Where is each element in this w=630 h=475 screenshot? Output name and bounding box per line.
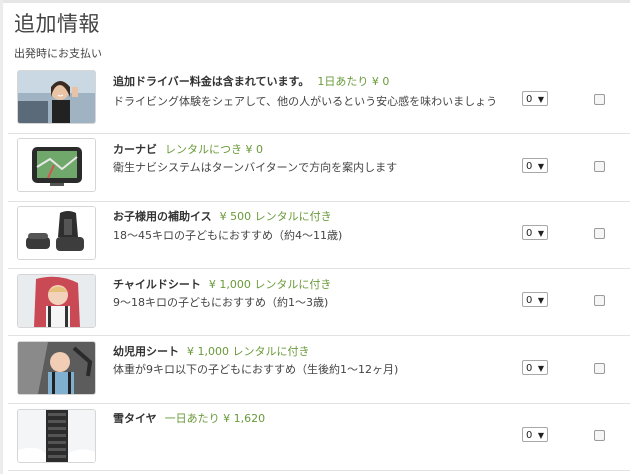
quantity-select[interactable]: 0 ▼	[522, 292, 548, 307]
dropdown-arrow-icon: ▼	[537, 95, 544, 104]
car-navigation-image	[17, 138, 96, 192]
additional-driver-image	[17, 70, 96, 124]
quantity-select[interactable]: 0 ▼	[522, 360, 548, 375]
extra-option-row-additional-driver: 追加ドライバー料金は含まれています。 1日あたり ¥ 0 ドライビング体験をシェア…	[8, 70, 630, 136]
quantity-value: 0	[526, 228, 533, 239]
option-name: 幼児用シート ¥ 1,000 レンタルに付き	[113, 343, 309, 359]
option-checkbox[interactable]	[594, 430, 605, 441]
option-description: 衛生ナビシステムはターンバイターンで方向を案内します	[113, 161, 398, 174]
window-top-border	[0, 0, 630, 3]
option-name-text: 雪タイヤ	[113, 412, 157, 425]
snow-tire-image	[17, 409, 96, 463]
dropdown-arrow-icon: ▼	[537, 162, 544, 171]
option-description: 9～18キロの子どもにおすすめ（約1～3歳)	[113, 296, 329, 309]
quantity-value: 0	[526, 295, 533, 306]
option-name: カーナビ レンタルにつき ¥ 0	[113, 141, 263, 157]
quantity-select[interactable]: 0 ▼	[522, 427, 548, 442]
extra-option-row-booster-seat: お子様用の補助イス ¥ 500 レンタルに付き 18～45キロの子どもにおすすめ（…	[8, 206, 630, 272]
option-name: チャイルドシート ¥ 1,000 レンタルに付き	[113, 276, 331, 292]
row-divider	[8, 403, 630, 404]
option-checkbox[interactable]	[594, 161, 605, 172]
extra-option-row-snow-tires: 雪タイヤ 一日あたり ¥ 1,620 0 ▼	[8, 409, 630, 475]
quantity-value: 0	[526, 94, 533, 105]
quantity-select[interactable]: 0 ▼	[522, 158, 548, 173]
infant-seat-image	[17, 341, 96, 395]
child-seat-image	[17, 274, 96, 328]
row-divider	[8, 470, 630, 471]
dropdown-arrow-icon: ▼	[537, 431, 544, 440]
option-name-text: チャイルドシート	[113, 278, 201, 291]
option-name: 追加ドライバー料金は含まれています。 1日あたり ¥ 0	[113, 73, 389, 89]
option-price: 一日あたり ¥ 1,620	[164, 412, 266, 425]
option-description: 18～45キロの子どもにおすすめ（約4～11歳)	[113, 229, 343, 242]
quantity-value: 0	[526, 430, 533, 441]
quantity-value: 0	[526, 363, 533, 374]
option-price: ¥ 500 レンタルに付き	[219, 210, 332, 223]
dropdown-arrow-icon: ▼	[537, 229, 544, 238]
dropdown-arrow-icon: ▼	[537, 364, 544, 373]
dropdown-arrow-icon: ▼	[537, 296, 544, 305]
quantity-select[interactable]: 0 ▼	[522, 225, 548, 240]
option-name: 雪タイヤ 一日あたり ¥ 1,620	[113, 410, 265, 426]
option-checkbox[interactable]	[594, 363, 605, 374]
window-left-border	[0, 0, 3, 474]
booster-seat-image	[17, 206, 96, 260]
option-price: ¥ 1,000 レンタルに付き	[187, 345, 310, 358]
quantity-select[interactable]: 0 ▼	[522, 91, 548, 106]
option-price: 1日あたり ¥ 0	[317, 75, 390, 88]
quantity-value: 0	[526, 161, 533, 172]
extra-option-row-infant-seat: 幼児用シート ¥ 1,000 レンタルに付き 体重が9キロ以下の子どもにおすすめ（…	[8, 341, 630, 407]
row-divider	[8, 335, 630, 336]
option-name-text: 追加ドライバー料金は含まれています。	[113, 75, 310, 88]
option-description: ドライビング体験をシェアして、他の人がいるという安心感を味わいましょう	[113, 95, 498, 108]
row-divider	[8, 133, 630, 134]
row-divider	[8, 268, 630, 269]
option-checkbox[interactable]	[594, 295, 605, 306]
section-title: 追加情報	[14, 12, 100, 36]
option-checkbox[interactable]	[594, 228, 605, 239]
option-checkbox[interactable]	[594, 94, 605, 105]
option-name-text: カーナビ	[113, 143, 157, 156]
option-price: ¥ 1,000 レンタルに付き	[208, 278, 332, 291]
extra-option-row-car-navigation: カーナビ レンタルにつき ¥ 0 衛生ナビシステムはターンバイターンで方向を案内し…	[8, 138, 630, 204]
section-subtitle: 出発時にお支払い	[14, 47, 102, 60]
option-name: お子様用の補助イス ¥ 500 レンタルに付き	[113, 208, 332, 224]
option-name-text: 幼児用シート	[113, 345, 179, 358]
option-price: レンタルにつき ¥ 0	[165, 143, 263, 156]
extra-option-row-child-seat: チャイルドシート ¥ 1,000 レンタルに付き 9～18キロの子どもにおすすめ（…	[8, 274, 630, 340]
option-name-text: お子様用の補助イス	[113, 210, 212, 223]
option-description: 体重が9キロ以下の子どもにおすすめ（生後約1～12ヶ月)	[113, 363, 399, 376]
row-divider	[8, 201, 630, 202]
